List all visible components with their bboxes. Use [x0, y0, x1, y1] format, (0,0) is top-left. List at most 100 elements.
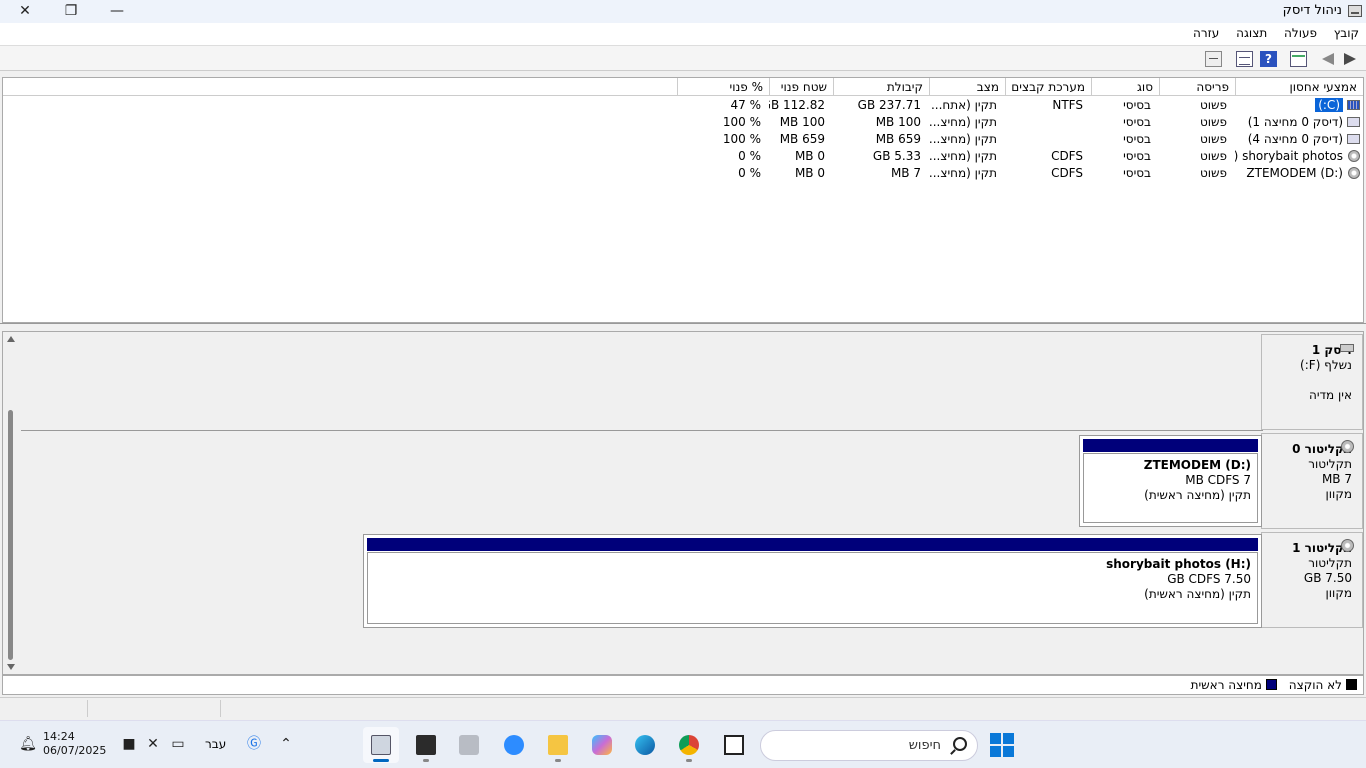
terminal-taskbar-button[interactable]	[408, 727, 444, 763]
network-icon[interactable]: ▭	[169, 735, 187, 753]
disk-1-info[interactable]: דיסק 1 נשלף (F:) אין מדיה	[1261, 334, 1363, 430]
scroll-thumb[interactable]	[8, 410, 13, 660]
zoom-taskbar-button[interactable]	[496, 727, 532, 763]
cell-layout: פשוט	[1199, 132, 1227, 146]
col-layout[interactable]: פריסה	[1159, 78, 1235, 96]
col-filesystem[interactable]: מערכת קבצים	[1005, 78, 1091, 96]
clock-date: 06/07/2025	[43, 744, 107, 757]
cell-volume: (דיסק 0 מחיצה 1)	[1235, 114, 1363, 131]
windows-logo-icon	[990, 733, 1001, 744]
volume-row[interactable]: (C:) פשוט בסיסי NTFS תקין (אתח... GB 237.71 GB…	[3, 97, 1363, 114]
chrome-taskbar-button[interactable]	[671, 727, 707, 763]
volume-row[interactable]: shorybait photos (... פשוט בסיסי CDFS תקין (…	[3, 148, 1363, 165]
clock[interactable]: 14:24 06/07/2025	[43, 730, 106, 758]
cell-volume: ZTEMODEM (D:)	[1235, 165, 1363, 182]
status-segment	[87, 700, 88, 717]
disk-pane: דיסק 1 נשלף (F:) אין מדיה תקליטור 0 תקלי…	[2, 331, 1364, 675]
cell-type: בסיסי	[1123, 166, 1151, 180]
input-language[interactable]: עבר	[205, 737, 226, 751]
taskbar-search[interactable]: חיפוש	[760, 730, 978, 761]
properties-icon[interactable]	[1290, 51, 1307, 67]
cdrom-1-info[interactable]: תקליטור 1 תקליטור GB 7.50 מקוון	[1261, 532, 1363, 628]
maximize-button[interactable]: ❐	[48, 0, 94, 23]
zoom-icon	[504, 735, 524, 755]
volume-list-header: אמצעי אחסון פריסה סוג מערכת קבצים מצב קי…	[3, 78, 1363, 96]
cell-layout: פשוט	[1199, 115, 1227, 129]
partition-size: GB CDFS 7.50	[1167, 572, 1251, 586]
disk-size: MB 7	[1321, 472, 1352, 486]
partition-shorybait-photos[interactable]: shorybait photos (H:) GB CDFS 7.50 תקין …	[363, 534, 1262, 628]
volume-list: אמצעי אחסון פריסה סוג מערכת קבצים מצב קי…	[2, 77, 1364, 323]
taskbar: 🔔︎ 14:24 06/07/2025 ■ ✕ ▭ עבר Ⓖ ⌃ חיפוש	[0, 720, 1366, 768]
close-button[interactable]: ✕	[2, 0, 48, 23]
volume-row[interactable]: ZTEMODEM (D:) פשוט בסיסי CDFS תקין (מחיצ... M…	[3, 165, 1363, 182]
cell-free: MB 659	[779, 132, 825, 146]
col-percent-free[interactable]: % פנוי	[677, 78, 769, 96]
legend: לא הוקצה מחיצה ראשית	[2, 675, 1364, 695]
cell-free: MB 100	[779, 115, 825, 129]
clock-time: 14:24	[43, 730, 75, 743]
scroll-down-arrow-icon[interactable]	[7, 664, 15, 670]
pane-splitter[interactable]	[0, 323, 1366, 331]
minimize-button[interactable]: —	[94, 0, 140, 23]
removable-disk-icon	[1340, 344, 1354, 352]
legend-primary: מחיצה ראשית	[1191, 678, 1277, 692]
cell-free: GB 112.82	[769, 98, 825, 112]
volume-name: ZTEMODEM (D:)	[1246, 166, 1343, 180]
disk-name: תקליטור 0	[1292, 442, 1352, 456]
cell-volume: (דיסק 0 מחיצה 4)	[1235, 131, 1363, 148]
disk-size: GB 7.50	[1303, 571, 1352, 585]
printer-taskbar-button[interactable]	[451, 727, 487, 763]
col-capacity[interactable]: קיבולת	[833, 78, 929, 96]
printer-icon	[459, 735, 479, 755]
partition-status: תקין (מחיצה ראשית)	[1144, 587, 1251, 601]
cell-capacity: MB 7	[890, 166, 921, 180]
show-hide-console-tree-icon[interactable]	[1236, 51, 1253, 67]
vertical-scrollbar[interactable]	[6, 334, 16, 672]
volume-name: shorybait photos (...	[1235, 149, 1343, 163]
cdrom-0-info[interactable]: תקליטור 0 תקליטור MB 7 מקוון	[1261, 433, 1363, 529]
file-explorer-taskbar-button[interactable]	[540, 727, 576, 763]
start-button[interactable]	[990, 733, 1014, 757]
volume-row[interactable]: (דיסק 0 מחיצה 1) פשוט בסיסי תקין (מחיצ... MB…	[3, 114, 1363, 131]
disk-management-icon	[371, 735, 391, 755]
edge-taskbar-button[interactable]	[627, 727, 663, 763]
col-status[interactable]: מצב	[929, 78, 1005, 96]
back-arrow-icon[interactable]	[1320, 51, 1337, 67]
col-free-space[interactable]: שטח פנוי	[769, 78, 833, 96]
menu-help[interactable]: עזרה	[1187, 23, 1226, 40]
disk-type: תקליטור	[1308, 457, 1352, 471]
scroll-up-arrow-icon[interactable]	[7, 336, 15, 342]
disk-management-taskbar-button[interactable]	[363, 727, 399, 763]
menu-file[interactable]: קובץ	[1328, 23, 1366, 40]
partition-ztemodem[interactable]: ZTEMODEM (D:) MB CDFS 7 תקין (מחיצה ראשי…	[1079, 435, 1262, 527]
volume-row[interactable]: (דיסק 0 מחיצה 4) פשוט בסיסי תקין (מחיצ... MB…	[3, 131, 1363, 148]
partition-size: MB CDFS 7	[1185, 473, 1251, 487]
terminal-icon	[416, 735, 436, 755]
running-indicator	[423, 759, 429, 762]
speaker-muted-icon[interactable]: ✕	[144, 735, 162, 753]
help-icon[interactable]: ?	[1260, 51, 1277, 67]
grammarly-icon[interactable]: Ⓖ	[245, 735, 263, 753]
disk-type: תקליטור	[1308, 556, 1352, 570]
toolbar: ?	[0, 45, 1366, 71]
unallocated-swatch	[1346, 679, 1357, 690]
col-volume[interactable]: אמצעי אחסון	[1235, 78, 1363, 96]
cell-pct: % 100	[722, 132, 761, 146]
copilot-taskbar-button[interactable]	[584, 727, 620, 763]
legend-unallocated-label: לא הוקצה	[1288, 678, 1342, 692]
view-icon[interactable]	[1205, 51, 1222, 67]
cd-drive-icon	[1348, 167, 1360, 179]
show-hidden-icons-chevron-icon[interactable]: ⌃	[277, 735, 295, 753]
menu-view[interactable]: תצוגה	[1230, 23, 1274, 40]
cell-capacity: MB 659	[875, 132, 921, 146]
camera-icon[interactable]: ■	[120, 735, 138, 753]
forward-arrow-icon[interactable]	[1342, 51, 1359, 67]
cell-capacity: GB 5.33	[872, 149, 921, 163]
col-type[interactable]: סוג	[1091, 78, 1159, 96]
notification-bell-icon[interactable]: 🔔︎	[19, 735, 37, 753]
drive-icon	[1347, 117, 1360, 127]
cd-drive-icon	[1348, 150, 1360, 162]
task-view-taskbar-button[interactable]	[716, 727, 752, 763]
menu-action[interactable]: פעולה	[1278, 23, 1324, 40]
